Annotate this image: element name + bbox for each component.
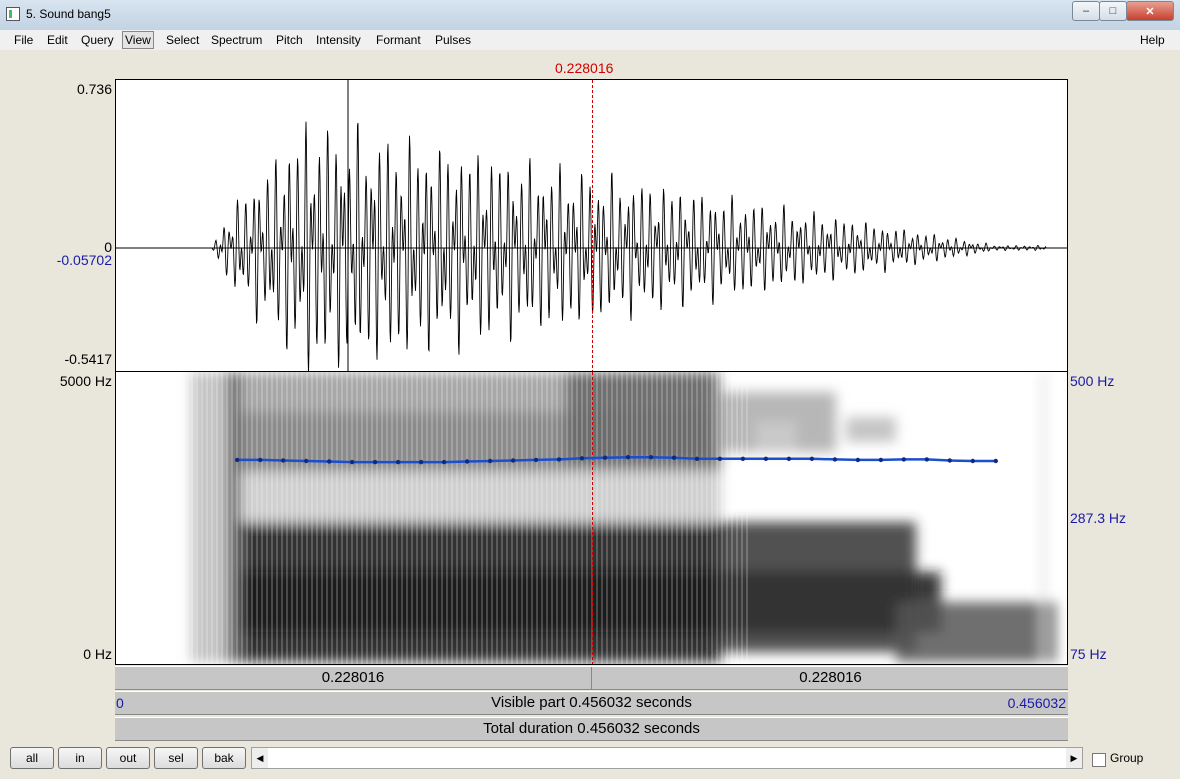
zoom-all-button[interactable]: all <box>10 747 54 769</box>
pitch-point <box>786 456 792 461</box>
spectrogram-energy-region <box>846 417 896 442</box>
right-segment-duration[interactable]: 0.228016 <box>591 667 1069 689</box>
menu-pulses[interactable]: Pulses <box>433 32 473 48</box>
menu-pitch[interactable]: Pitch <box>274 32 305 48</box>
pitch-point <box>235 457 240 463</box>
spectrogram-energy-region <box>1041 372 1046 662</box>
spectrogram-energy-region <box>756 422 796 452</box>
menu-formant[interactable]: Formant <box>374 32 423 48</box>
pitch-point <box>763 456 769 461</box>
pitch-point <box>510 458 516 463</box>
minimize-button[interactable]: – <box>1072 1 1100 21</box>
bottom-controls: all in out sel bak ◀ ▶ Group <box>0 745 1180 775</box>
zoom-in-button[interactable]: in <box>58 747 102 769</box>
pitch-point <box>304 458 309 464</box>
menu-spectrum[interactable]: Spectrum <box>209 32 264 48</box>
spectrogram-panel[interactable] <box>115 372 1068 665</box>
left-segment-duration[interactable]: 0.228016 <box>115 667 591 689</box>
pitch-top-label: 500 Hz <box>1070 373 1115 389</box>
pitch-point <box>556 457 562 462</box>
pitch-point <box>281 458 286 463</box>
spectrogram-top-label: 5000 Hz <box>59 373 112 389</box>
pitch-point <box>809 456 815 461</box>
menu-view[interactable]: View <box>122 31 154 49</box>
pitch-point <box>694 456 700 461</box>
pitch-point <box>372 459 378 465</box>
pitch-point <box>349 459 355 465</box>
maximize-button[interactable]: □ <box>1099 1 1127 21</box>
pitch-point <box>602 455 608 460</box>
menu-intensity[interactable]: Intensity <box>314 32 363 48</box>
pitch-point <box>258 457 263 463</box>
spectrogram-svg <box>191 372 1056 664</box>
pitch-cursor-label: 287.3 Hz <box>1070 510 1127 526</box>
pitch-point <box>970 458 975 464</box>
scroll-left-icon[interactable]: ◀ <box>252 748 268 768</box>
visible-part-label: Visible part 0.456032 seconds <box>491 694 692 711</box>
spectrogram-bottom-label: 0 Hz <box>83 646 112 662</box>
total-duration-label: Total duration 0.456032 seconds <box>483 720 700 737</box>
group-label: Group <box>1110 751 1144 765</box>
close-button[interactable]: ✕ <box>1126 1 1174 21</box>
pitch-point <box>464 459 470 464</box>
menu-help[interactable]: Help <box>1138 32 1167 48</box>
pitch-point <box>418 459 424 465</box>
pitch-point <box>717 456 723 461</box>
menu-edit[interactable]: Edit <box>45 32 70 48</box>
horizontal-scrollbar[interactable]: ◀ ▶ <box>251 747 1083 769</box>
pitch-point <box>533 457 539 463</box>
pitch-point <box>901 457 906 462</box>
pitch-point <box>441 459 447 465</box>
scroll-right-icon[interactable]: ▶ <box>1066 748 1082 768</box>
pitch-point <box>740 456 746 461</box>
group-checkbox[interactable] <box>1092 753 1106 767</box>
pitch-point <box>832 457 838 462</box>
pitch-bottom-label: 75 Hz <box>1070 646 1107 662</box>
pitch-point <box>395 459 401 465</box>
pitch-point <box>625 455 631 460</box>
app-icon <box>6 7 20 21</box>
total-duration-bar[interactable]: Total duration 0.456032 seconds <box>115 717 1068 741</box>
pitch-point <box>671 455 677 460</box>
waveform-panel[interactable] <box>115 79 1068 372</box>
visible-start-label: 0 <box>116 695 124 711</box>
menu-file[interactable]: File <box>12 32 35 48</box>
visible-part-bar[interactable]: Visible part 0.456032 seconds <box>115 691 1068 715</box>
menu-query[interactable]: Query <box>79 32 116 48</box>
window-title: 5. Sound bang5 <box>26 7 111 21</box>
waveform-svg <box>116 80 1067 371</box>
pitch-point <box>487 458 493 464</box>
waveform-min-label: -0.5417 <box>64 351 112 367</box>
zoom-back-button[interactable]: bak <box>202 747 246 769</box>
menu-bar: File Edit Query View Select Spectrum Pit… <box>0 30 1180 50</box>
menu-select[interactable]: Select <box>164 32 201 48</box>
visible-end-label: 0.456032 <box>1007 695 1066 711</box>
cursor-time-label: 0.228016 <box>555 60 614 76</box>
pitch-point <box>855 457 861 463</box>
spectrogram-energy-region <box>896 602 1056 662</box>
pitch-point <box>993 458 998 464</box>
pitch-point <box>579 456 585 461</box>
pitch-point <box>878 457 884 463</box>
zoom-selection-button[interactable]: sel <box>154 747 198 769</box>
waveform-max-label: 0.736 <box>76 81 112 97</box>
title-bar: 5. Sound bang5 – □ ✕ <box>0 0 1180 30</box>
zoom-out-button[interactable]: out <box>106 747 150 769</box>
pitch-point <box>924 457 929 462</box>
waveform-cursor-value-label: -0.05702 <box>56 252 112 268</box>
pitch-point <box>327 459 332 464</box>
pitch-point <box>947 458 952 463</box>
selection-time-bar[interactable]: 0.228016 0.228016 <box>115 666 1068 690</box>
pitch-point <box>648 455 654 460</box>
